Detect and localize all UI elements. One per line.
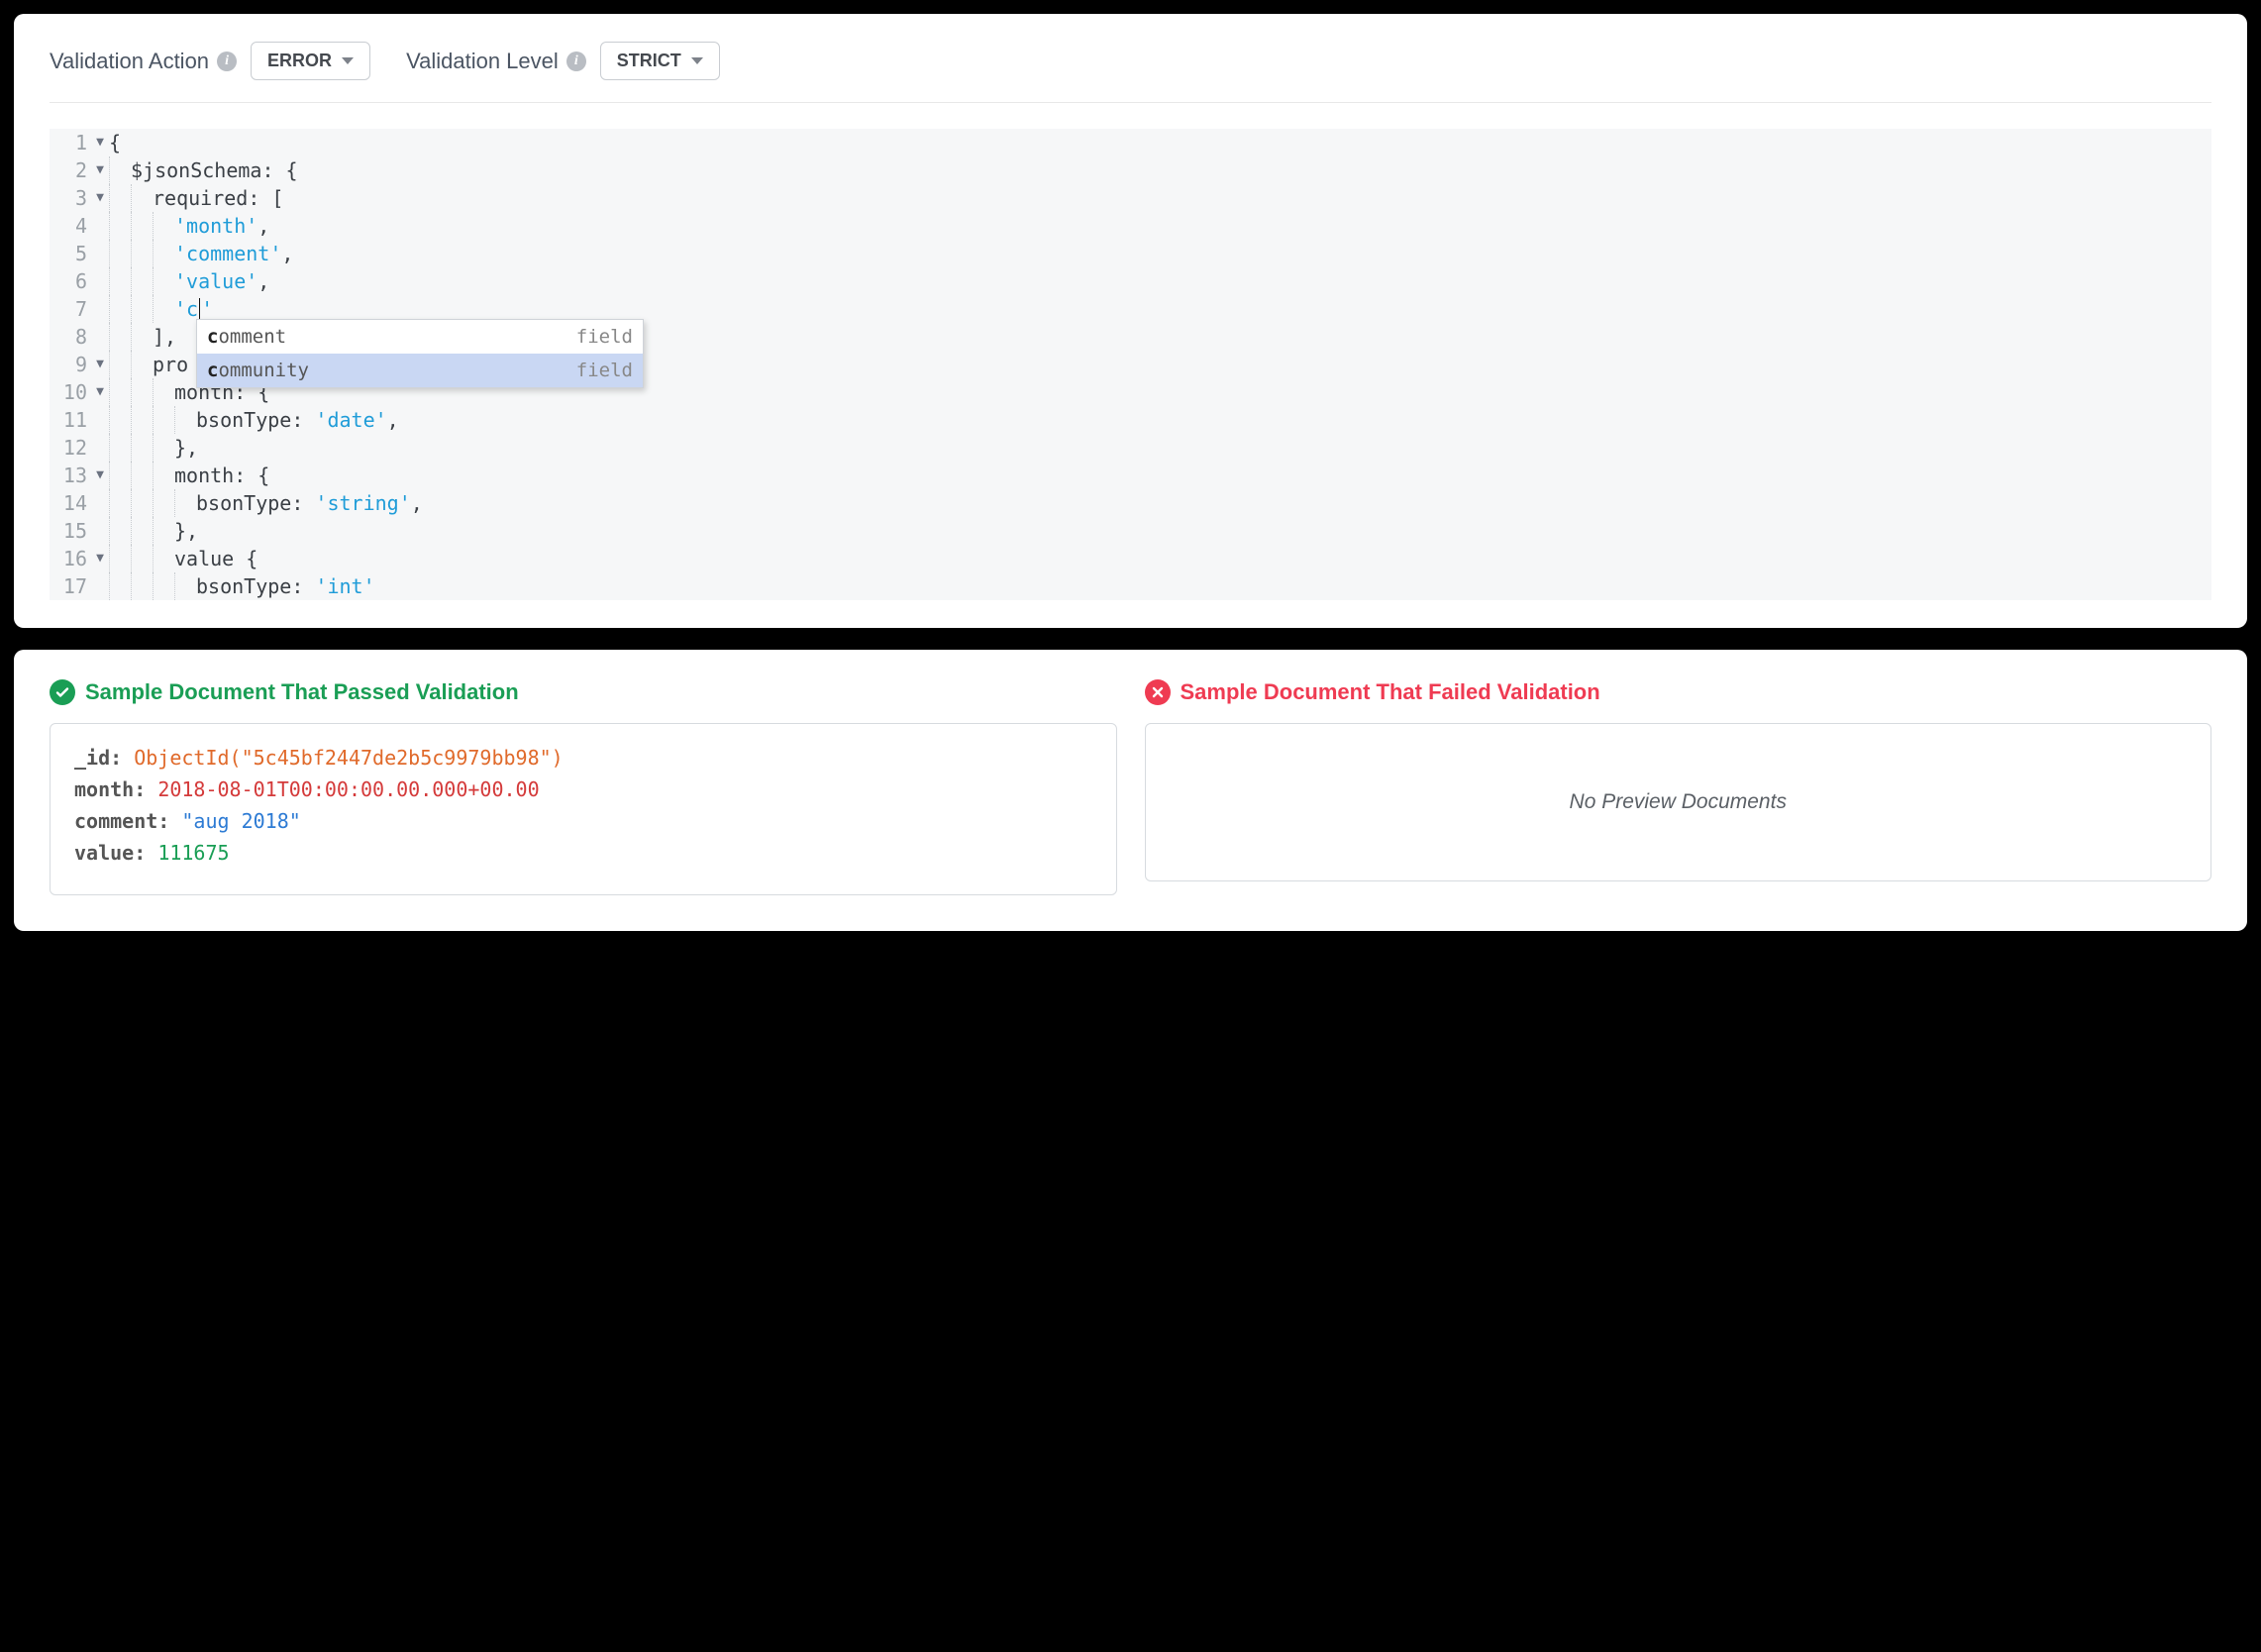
fold-toggle-icon <box>91 323 109 351</box>
fold-toggle-icon[interactable]: ▼ <box>91 545 109 572</box>
code-line[interactable]: 14 bsonType: 'string', <box>50 489 2211 517</box>
doc-field-comment: comment: "aug 2018" <box>74 809 1092 833</box>
code-content[interactable]: required: [ <box>109 184 283 212</box>
validation-level-label: Validation Level i <box>406 49 586 74</box>
validation-action-label: Validation Action i <box>50 49 237 74</box>
code-content[interactable]: 'value', <box>109 267 269 295</box>
line-number: 5 <box>50 240 91 267</box>
fold-toggle-icon[interactable]: ▼ <box>91 351 109 378</box>
code-content[interactable]: bsonType: 'string', <box>109 489 423 517</box>
code-line[interactable]: 17 bsonType: 'int' <box>50 572 2211 600</box>
code-content[interactable]: }, <box>109 434 198 462</box>
fold-toggle-icon <box>91 295 109 323</box>
line-number: 2 <box>50 156 91 184</box>
line-number: 17 <box>50 572 91 600</box>
line-number: 16 <box>50 545 91 572</box>
fold-toggle-icon <box>91 406 109 434</box>
line-number: 11 <box>50 406 91 434</box>
validation-level-dropdown[interactable]: STRICT <box>600 42 720 80</box>
info-icon[interactable]: i <box>566 52 586 71</box>
code-content[interactable]: 'comment', <box>109 240 293 267</box>
passed-column: Sample Document That Passed Validation _… <box>50 679 1117 895</box>
doc-field-id: _id: ObjectId("5c45bf2447de2b5c9979bb98"… <box>74 746 1092 770</box>
failed-title: Sample Document That Failed Validation <box>1145 679 2212 705</box>
validation-toolbar: Validation Action i ERROR Validation Lev… <box>50 42 2211 103</box>
line-number: 1 <box>50 129 91 156</box>
code-line[interactable]: 12}, <box>50 434 2211 462</box>
fold-toggle-icon <box>91 240 109 267</box>
passed-title: Sample Document That Passed Validation <box>50 679 1117 705</box>
code-content[interactable]: 'month', <box>109 212 269 240</box>
code-line[interactable]: 2▼$jsonSchema: { <box>50 156 2211 184</box>
line-number: 15 <box>50 517 91 545</box>
code-line[interactable]: 4 'month', <box>50 212 2211 240</box>
validation-editor-panel: Validation Action i ERROR Validation Lev… <box>14 14 2247 628</box>
fold-toggle-icon[interactable]: ▼ <box>91 156 109 184</box>
code-editor[interactable]: 1▼{2▼$jsonSchema: {3▼required: [4'month'… <box>50 129 2211 600</box>
code-line[interactable]: 11 bsonType: 'date', <box>50 406 2211 434</box>
code-line[interactable]: 6 'value', <box>50 267 2211 295</box>
autocomplete-type: field <box>576 323 633 351</box>
code-line[interactable]: 5 'comment', <box>50 240 2211 267</box>
fold-toggle-icon[interactable]: ▼ <box>91 129 109 156</box>
fold-toggle-icon <box>91 267 109 295</box>
code-content[interactable]: value { <box>109 545 257 572</box>
code-line[interactable]: 3▼required: [ <box>50 184 2211 212</box>
autocomplete-type: field <box>576 357 633 384</box>
line-number: 10 <box>50 378 91 406</box>
code-line[interactable]: 16▼value { <box>50 545 2211 572</box>
failed-document-box: No Preview Documents <box>1145 723 2212 881</box>
fold-toggle-icon <box>91 572 109 600</box>
code-content[interactable]: bsonType: 'date', <box>109 406 399 434</box>
code-content[interactable]: pro <box>109 351 188 378</box>
validation-results-panel: Sample Document That Passed Validation _… <box>14 650 2247 931</box>
autocomplete-item[interactable]: commentfield <box>197 320 643 354</box>
line-number: 13 <box>50 462 91 489</box>
line-number: 7 <box>50 295 91 323</box>
line-number: 6 <box>50 267 91 295</box>
code-content[interactable]: ], <box>109 323 176 351</box>
code-content[interactable]: $jsonSchema: { <box>109 156 298 184</box>
failed-column: Sample Document That Failed Validation N… <box>1145 679 2212 895</box>
autocomplete-item[interactable]: communityfield <box>197 354 643 387</box>
code-content[interactable]: month: { <box>109 462 269 489</box>
no-preview-text: No Preview Documents <box>1570 790 1787 814</box>
code-line[interactable]: 13▼month: { <box>50 462 2211 489</box>
doc-field-month: month: 2018-08-01T00:00:00.00.000+00.00 <box>74 777 1092 801</box>
doc-field-value: value: 111675 <box>74 841 1092 865</box>
fold-toggle-icon[interactable]: ▼ <box>91 462 109 489</box>
line-number: 12 <box>50 434 91 462</box>
fold-toggle-icon[interactable]: ▼ <box>91 378 109 406</box>
code-content[interactable]: bsonType: 'int' <box>109 572 375 600</box>
line-number: 3 <box>50 184 91 212</box>
passed-document-box: _id: ObjectId("5c45bf2447de2b5c9979bb98"… <box>50 723 1117 895</box>
text-cursor <box>199 298 200 320</box>
line-number: 9 <box>50 351 91 378</box>
code-content[interactable]: }, <box>109 517 198 545</box>
line-number: 8 <box>50 323 91 351</box>
line-number: 14 <box>50 489 91 517</box>
code-line[interactable]: 1▼{ <box>50 129 2211 156</box>
x-circle-icon <box>1145 679 1171 705</box>
fold-toggle-icon[interactable]: ▼ <box>91 184 109 212</box>
check-circle-icon <box>50 679 75 705</box>
info-icon[interactable]: i <box>217 52 237 71</box>
chevron-down-icon <box>691 57 703 64</box>
validation-action-dropdown[interactable]: ERROR <box>251 42 370 80</box>
autocomplete-popup[interactable]: commentfieldcommunityfield <box>196 319 644 388</box>
fold-toggle-icon <box>91 212 109 240</box>
code-line[interactable]: 15}, <box>50 517 2211 545</box>
fold-toggle-icon <box>91 517 109 545</box>
code-content[interactable]: { <box>109 129 121 156</box>
chevron-down-icon <box>342 57 354 64</box>
fold-toggle-icon <box>91 434 109 462</box>
line-number: 4 <box>50 212 91 240</box>
fold-toggle-icon <box>91 489 109 517</box>
